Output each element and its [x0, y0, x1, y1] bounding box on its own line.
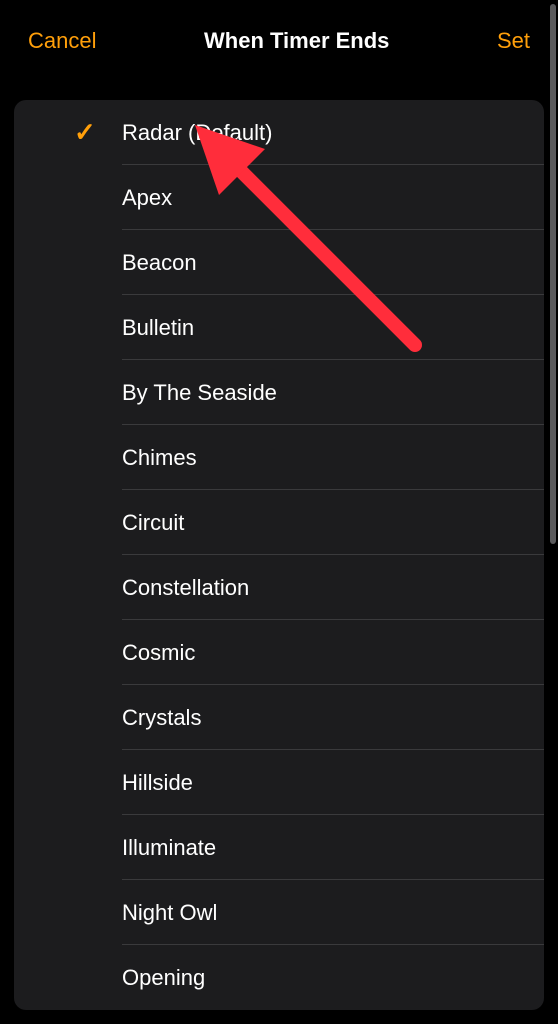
sound-item-label: Circuit	[66, 510, 184, 536]
sound-list: ✓ Radar (Default) Apex Beacon Bulletin B…	[14, 100, 544, 1010]
sound-item-seaside[interactable]: By The Seaside	[14, 360, 544, 425]
sound-item-label: Constellation	[66, 575, 249, 601]
cancel-button[interactable]: Cancel	[28, 28, 96, 54]
sound-item-label: Chimes	[66, 445, 197, 471]
sound-item-label: Night Owl	[66, 900, 217, 926]
header: Cancel When Timer Ends Set	[0, 0, 558, 72]
set-button[interactable]: Set	[497, 28, 530, 54]
sound-item-hillside[interactable]: Hillside	[14, 750, 544, 815]
page-title: When Timer Ends	[204, 28, 389, 54]
sound-item-label: Bulletin	[66, 315, 194, 341]
sound-item-chimes[interactable]: Chimes	[14, 425, 544, 490]
sound-item-cosmic[interactable]: Cosmic	[14, 620, 544, 685]
sound-item-bulletin[interactable]: Bulletin	[14, 295, 544, 360]
scrollbar-thumb[interactable]	[550, 4, 556, 544]
sound-item-beacon[interactable]: Beacon	[14, 230, 544, 295]
sound-item-radar[interactable]: ✓ Radar (Default)	[14, 100, 544, 165]
sound-item-label: Illuminate	[66, 835, 216, 861]
sound-item-illuminate[interactable]: Illuminate	[14, 815, 544, 880]
sound-item-label: Cosmic	[66, 640, 195, 666]
sound-item-label: Radar (Default)	[66, 120, 272, 146]
sound-item-constellation[interactable]: Constellation	[14, 555, 544, 620]
sound-item-label: Hillside	[66, 770, 193, 796]
sound-item-opening[interactable]: Opening	[14, 945, 544, 1010]
sound-item-label: Apex	[66, 185, 172, 211]
sound-item-apex[interactable]: Apex	[14, 165, 544, 230]
sound-item-crystals[interactable]: Crystals	[14, 685, 544, 750]
sound-item-label: Opening	[66, 965, 205, 991]
sound-item-label: By The Seaside	[66, 380, 277, 406]
sound-item-label: Beacon	[66, 250, 197, 276]
sound-item-label: Crystals	[66, 705, 201, 731]
sound-item-nightowl[interactable]: Night Owl	[14, 880, 544, 945]
scrollbar-track	[550, 0, 556, 1024]
checkmark-icon: ✓	[74, 117, 96, 148]
sound-item-circuit[interactable]: Circuit	[14, 490, 544, 555]
